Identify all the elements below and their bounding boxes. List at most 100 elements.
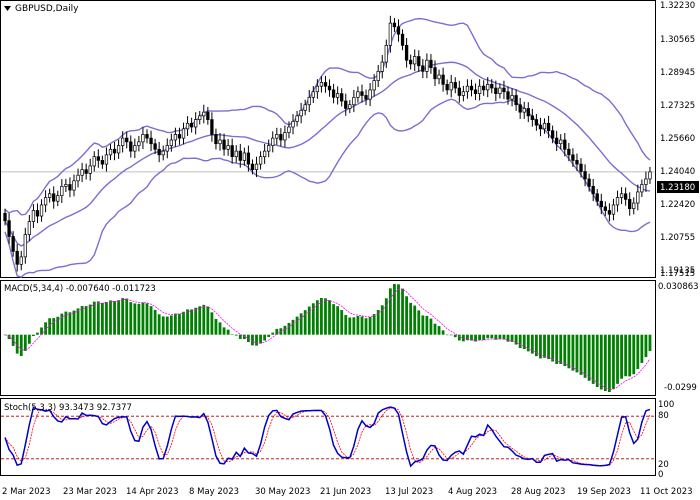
macd-bar — [551, 334, 555, 362]
macd-bar — [287, 322, 291, 335]
macd-bar — [206, 306, 210, 335]
candlesticks[interactable] — [3, 15, 652, 272]
candle-body — [258, 156, 263, 165]
candle-body — [465, 85, 470, 93]
macd-bar — [52, 318, 56, 335]
trading-chart[interactable]: GBPUSD,Daily 1.32230 1.30565 1.28945 1.2… — [0, 0, 700, 500]
candle-body — [571, 154, 575, 161]
candle-body — [145, 134, 149, 139]
candle-body — [575, 160, 579, 165]
candle-body — [137, 141, 141, 146]
macd-bar — [433, 323, 437, 335]
candle-body — [555, 137, 559, 145]
macd-bar — [445, 334, 449, 336]
candle-body — [43, 197, 48, 206]
macd-bar — [583, 334, 587, 378]
candle-body — [648, 171, 652, 180]
candle-body — [579, 163, 583, 172]
macd-bar — [76, 308, 80, 335]
candle-body — [595, 193, 599, 202]
candle-body — [437, 74, 441, 80]
candle-body — [27, 221, 32, 235]
macd-bar — [603, 334, 607, 392]
candle-body — [364, 95, 368, 100]
candle-body — [449, 82, 453, 91]
candle-body — [486, 83, 490, 91]
candle-body — [413, 56, 417, 65]
candle-body — [400, 33, 405, 46]
macd-bar — [88, 304, 92, 335]
macd-bar — [23, 334, 27, 351]
macd-bar — [344, 315, 348, 335]
macd-bar — [165, 316, 169, 335]
macd-bar — [36, 332, 39, 335]
candle-body — [250, 163, 255, 171]
macd-bar — [364, 318, 368, 335]
candle-body — [262, 150, 267, 158]
macd-bar — [194, 307, 198, 335]
candle-body — [80, 169, 84, 176]
time-label: 30 May 2023 — [255, 487, 310, 497]
macd-bar — [620, 334, 623, 379]
candle-body — [7, 220, 11, 237]
candle-body — [100, 160, 105, 165]
candle-body — [522, 108, 526, 113]
candle-body — [518, 104, 522, 113]
candle-body — [550, 130, 555, 139]
macd-bar — [121, 298, 125, 335]
candle-body — [599, 200, 603, 208]
macd-bar — [571, 334, 575, 371]
time-label: 14 Apr 2023 — [126, 487, 179, 497]
candle-body — [469, 85, 474, 91]
candle-body — [425, 59, 429, 72]
symbol-title: GBPUSD,Daily — [15, 4, 79, 14]
macd-bar — [100, 302, 104, 335]
macd-bar — [587, 334, 591, 381]
macd-bar — [632, 334, 636, 375]
candle-body — [538, 124, 543, 130]
candle-body — [514, 95, 518, 106]
candle-body — [104, 154, 109, 165]
macd-bar — [72, 310, 76, 335]
macd-bar — [648, 334, 652, 351]
candle-body — [457, 87, 461, 96]
macd-bar — [498, 334, 502, 339]
candle-body — [133, 145, 137, 152]
candle-body — [194, 119, 198, 128]
time-axis[interactable]: 2 Mar 2023 23 Mar 2023 14 Apr 2023 8 May… — [2, 487, 693, 497]
candle-body — [161, 150, 165, 156]
macd-bar — [275, 328, 279, 335]
candle-body — [335, 93, 340, 98]
price-tick: 1.22420 — [660, 200, 695, 210]
candle-body — [121, 137, 125, 146]
candle-body — [348, 104, 352, 109]
macd-bar — [559, 334, 563, 365]
macd-bar — [202, 304, 206, 335]
macd-bar — [27, 334, 31, 344]
price-tick: 1.28945 — [660, 68, 695, 78]
candle-body — [530, 115, 534, 120]
current-price-label: 1.23180 — [660, 183, 695, 193]
macd-bar — [267, 334, 271, 337]
candle-body — [198, 115, 202, 120]
time-label: 8 May 2023 — [189, 487, 239, 497]
candle-body — [287, 126, 291, 133]
candle-body — [19, 256, 23, 265]
macd-bar — [295, 316, 299, 335]
candle-body — [636, 191, 640, 204]
triangle-down-icon[interactable] — [4, 6, 11, 11]
candle-body — [153, 143, 157, 150]
macd-bar — [490, 334, 494, 339]
candle-body — [157, 148, 161, 156]
macd-bar — [502, 334, 506, 340]
candle-body — [31, 210, 36, 222]
macd-bar — [230, 334, 234, 335]
candle-body — [295, 115, 299, 122]
price-axis[interactable]: 1.32230 1.30565 1.28945 1.27325 1.25660 … — [660, 1, 695, 279]
macd-bar — [182, 311, 185, 335]
candle-body — [461, 91, 466, 96]
macd-bar — [137, 303, 141, 335]
candle-body — [125, 137, 129, 143]
bollinger-bands — [4, 17, 651, 278]
macd-bar — [84, 306, 88, 335]
